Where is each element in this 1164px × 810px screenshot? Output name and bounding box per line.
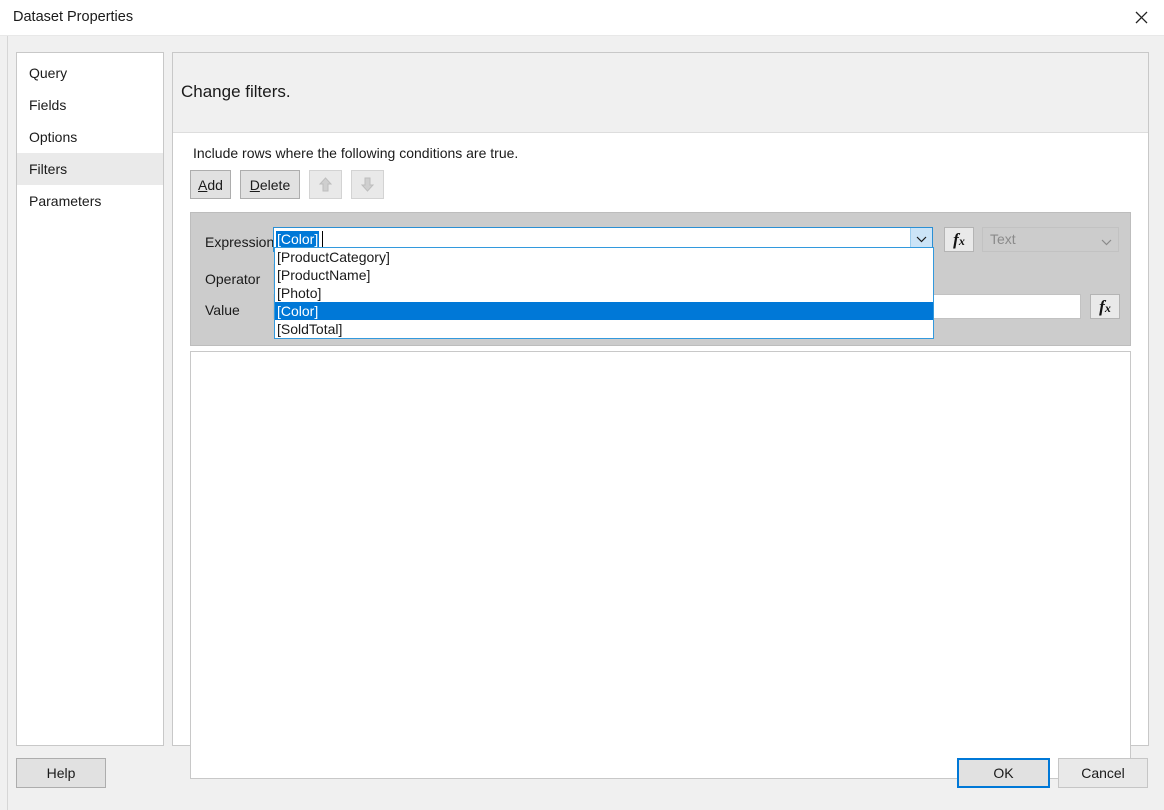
- sidebar-item-parameters[interactable]: Parameters: [17, 185, 163, 217]
- dropdown-item-productname[interactable]: [ProductName]: [275, 266, 933, 284]
- filter-toolbar: Add Delete: [190, 170, 384, 199]
- operator-label: Operator: [205, 271, 260, 287]
- add-button[interactable]: Add: [190, 170, 231, 199]
- fx-icon: fx: [953, 230, 965, 250]
- value-type-value: Text: [990, 231, 1016, 247]
- page-title: Change filters.: [181, 82, 291, 102]
- panel-header: Change filters.: [173, 53, 1148, 133]
- sidebar-item-options[interactable]: Options: [17, 121, 163, 153]
- ok-button[interactable]: OK: [957, 758, 1050, 788]
- delete-button[interactable]: Delete: [240, 170, 300, 199]
- chevron-down-icon: [1101, 233, 1112, 249]
- value-label: Value: [205, 302, 240, 318]
- cancel-button[interactable]: Cancel: [1058, 758, 1148, 788]
- expression-input-value: [Color]: [276, 231, 319, 248]
- value-type-combobox[interactable]: Text: [982, 227, 1119, 252]
- add-button-rest: dd: [207, 177, 223, 193]
- delete-button-accel: D: [250, 177, 260, 193]
- sidebar-item-query[interactable]: Query: [17, 57, 163, 89]
- sidebar: Query Fields Options Filters Parameters: [16, 52, 164, 746]
- expression-expression-button[interactable]: fx: [944, 227, 974, 252]
- arrow-down-icon[interactable]: [351, 170, 384, 199]
- help-button[interactable]: Help: [16, 758, 106, 788]
- value-expression-button[interactable]: fx: [1090, 294, 1120, 319]
- fx-icon: fx: [1099, 297, 1111, 317]
- dataset-properties-dialog: Dataset Properties Query Fields Options …: [0, 0, 1164, 810]
- instruction-text: Include rows where the following conditi…: [193, 145, 518, 161]
- expression-label: Expression: [205, 234, 274, 250]
- expression-dropdown-list[interactable]: [ProductCategory] [ProductName] [Photo] …: [274, 247, 934, 339]
- arrow-up-icon[interactable]: [309, 170, 342, 199]
- dropdown-item-productcategory[interactable]: [ProductCategory]: [275, 248, 933, 266]
- dropdown-item-color[interactable]: [Color]: [275, 302, 933, 320]
- sidebar-list: Query Fields Options Filters Parameters: [17, 53, 163, 217]
- window-title: Dataset Properties: [13, 9, 133, 25]
- filters-list-area: [190, 351, 1131, 779]
- window-left-edge: [0, 36, 8, 810]
- title-bar: Dataset Properties: [0, 0, 1164, 36]
- dropdown-item-soldtotal[interactable]: [SoldTotal]: [275, 320, 933, 338]
- text-caret: [322, 231, 323, 248]
- add-button-accel: A: [198, 177, 207, 193]
- sidebar-item-fields[interactable]: Fields: [17, 89, 163, 121]
- filters-panel: Change filters. Include rows where the f…: [172, 52, 1149, 746]
- close-icon[interactable]: [1118, 0, 1164, 35]
- delete-button-rest: elete: [260, 177, 290, 193]
- dropdown-item-photo[interactable]: [Photo]: [275, 284, 933, 302]
- sidebar-item-filters[interactable]: Filters: [17, 153, 163, 185]
